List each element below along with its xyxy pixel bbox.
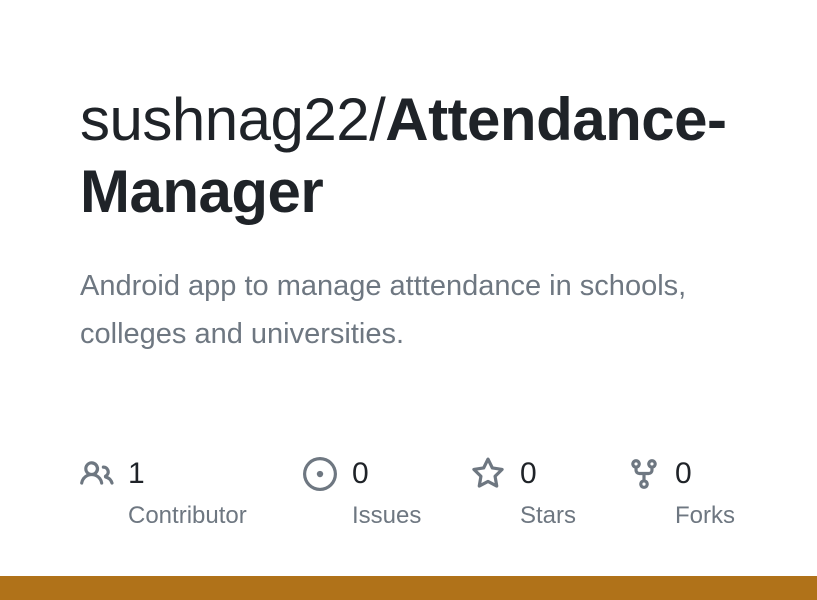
contributors-count: 1 — [128, 457, 145, 490]
stars-label: Stars — [520, 502, 577, 529]
issue-opened-icon — [303, 457, 337, 491]
repo-name-part-2: Manager — [80, 158, 324, 225]
repo-social-card: sushnag22/Attendance- Manager Android app… — [0, 0, 817, 600]
forks-count: 0 — [675, 457, 692, 490]
forks-label: Forks — [675, 502, 735, 529]
repo-owner[interactable]: sushnag22/ — [80, 86, 386, 153]
contributors-label: Contributor — [128, 502, 247, 529]
repo-description: Android app to manage atttendance in sch… — [80, 270, 687, 350]
issues-label: Issues — [352, 502, 422, 529]
people-icon — [80, 457, 114, 491]
star-icon — [471, 457, 505, 491]
repo-title[interactable]: sushnag22/Attendance- Manager — [80, 84, 800, 228]
issues-count: 0 — [352, 457, 369, 490]
language-color-bar — [0, 576, 817, 600]
stars-count: 0 — [520, 457, 537, 490]
repo-name-part-1: Attendance- — [385, 86, 727, 153]
repo-forked-icon — [627, 457, 661, 491]
